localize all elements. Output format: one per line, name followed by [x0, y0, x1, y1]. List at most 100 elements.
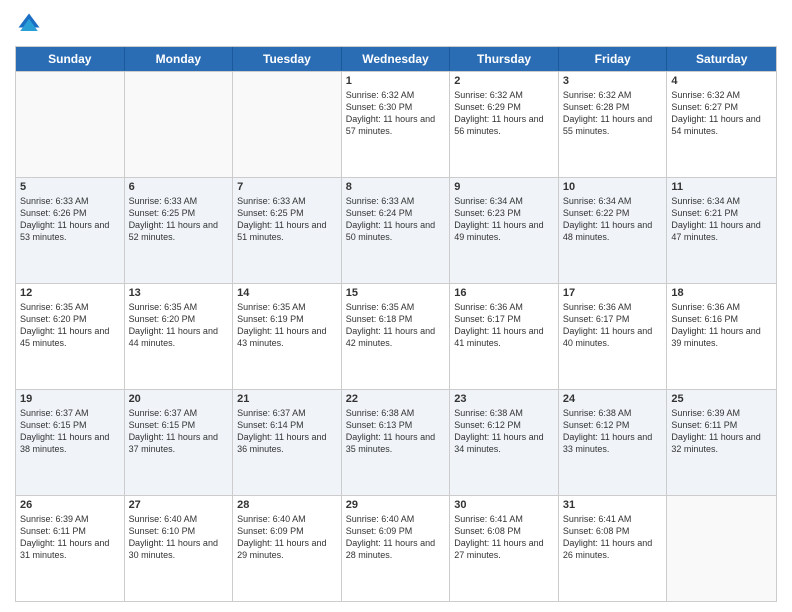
day-info: Sunrise: 6:40 AMSunset: 6:09 PMDaylight:… [346, 513, 446, 562]
day-info: Sunrise: 6:38 AMSunset: 6:12 PMDaylight:… [563, 407, 663, 456]
day-number: 18 [671, 287, 772, 299]
header-day-monday: Monday [125, 47, 234, 71]
day-cell-9: 9Sunrise: 6:34 AMSunset: 6:23 PMDaylight… [450, 178, 559, 283]
day-cell-22: 22 Sunrise: 6:38 AMSunset: 6:13 PMDayligh… [342, 390, 451, 495]
day-cell-19: 19 Sunrise: 6:37 AMSunset: 6:15 PMDayligh… [16, 390, 125, 495]
day-info: Sunrise: 6:32 AMSunset: 6:28 PMDaylight:… [563, 89, 663, 138]
day-cell-1: 1 Sunrise: 6:32 AMSunset: 6:30 PMDaylight… [342, 72, 451, 177]
day-number: 5 [20, 181, 120, 193]
day-info: Sunrise: 6:41 AMSunset: 6:08 PMDaylight:… [454, 513, 554, 562]
day-cell-6: 6 Sunrise: 6:33 AMSunset: 6:25 PMDaylight… [125, 178, 234, 283]
day-cell-26: 26Sunrise: 6:39 AMSunset: 6:11 PMDayligh… [16, 496, 125, 601]
day-cell-20: 20 Sunrise: 6:37 AMSunset: 6:15 PMDayligh… [125, 390, 234, 495]
day-number: 8 [346, 181, 446, 193]
day-number: 20 [129, 393, 229, 405]
day-cell-empty-0-1 [125, 72, 234, 177]
day-cell-4: 4 Sunrise: 6:32 AMSunset: 6:27 PMDaylight… [667, 72, 776, 177]
day-cell-5: 5 Sunrise: 6:33 AMSunset: 6:26 PMDaylight… [16, 178, 125, 283]
day-info: Sunrise: 6:40 AMSunset: 6:09 PMDaylight:… [237, 513, 337, 562]
day-cell-28: 28 Sunrise: 6:40 AMSunset: 6:09 PMDayligh… [233, 496, 342, 601]
header-day-friday: Friday [559, 47, 668, 71]
day-number: 28 [237, 499, 337, 511]
day-info: Sunrise: 6:37 AMSunset: 6:15 PMDaylight:… [129, 407, 229, 456]
day-number: 1 [346, 75, 446, 87]
day-cell-31: 31Sunrise: 6:41 AMSunset: 6:08 PMDayligh… [559, 496, 668, 601]
day-info: Sunrise: 6:34 AMSunset: 6:22 PMDaylight:… [563, 195, 663, 244]
day-number: 24 [563, 393, 663, 405]
day-info: Sunrise: 6:35 AMSunset: 6:19 PMDaylight:… [237, 301, 337, 350]
day-cell-17: 17 Sunrise: 6:36 AMSunset: 6:17 PMDayligh… [559, 284, 668, 389]
day-cell-14: 14 Sunrise: 6:35 AMSunset: 6:19 PMDayligh… [233, 284, 342, 389]
day-number: 17 [563, 287, 663, 299]
day-number: 6 [129, 181, 229, 193]
day-info: Sunrise: 6:37 AMSunset: 6:15 PMDaylight:… [20, 407, 120, 456]
logo-icon [15, 10, 43, 38]
calendar-row-3: 19 Sunrise: 6:37 AMSunset: 6:15 PMDayligh… [16, 389, 776, 495]
day-info: Sunrise: 6:36 AMSunset: 6:17 PMDaylight:… [454, 301, 554, 350]
day-info: Sunrise: 6:36 AMSunset: 6:16 PMDaylight:… [671, 301, 772, 350]
day-cell-empty-4-6 [667, 496, 776, 601]
header-day-wednesday: Wednesday [342, 47, 451, 71]
day-info: Sunrise: 6:33 AMSunset: 6:26 PMDaylight:… [20, 195, 120, 244]
day-number: 11 [671, 181, 772, 193]
calendar-header: SundayMondayTuesdayWednesdayThursdayFrid… [16, 47, 776, 71]
day-number: 7 [237, 181, 337, 193]
day-cell-empty-0-2 [233, 72, 342, 177]
day-cell-25: 25 Sunrise: 6:39 AMSunset: 6:11 PMDayligh… [667, 390, 776, 495]
day-number: 26 [20, 499, 120, 511]
calendar-row-1: 5 Sunrise: 6:33 AMSunset: 6:26 PMDaylight… [16, 177, 776, 283]
day-cell-29: 29 Sunrise: 6:40 AMSunset: 6:09 PMDayligh… [342, 496, 451, 601]
day-cell-empty-0-0 [16, 72, 125, 177]
day-number: 9 [454, 181, 554, 193]
day-number: 4 [671, 75, 772, 87]
day-cell-16: 16Sunrise: 6:36 AMSunset: 6:17 PMDayligh… [450, 284, 559, 389]
day-info: Sunrise: 6:39 AMSunset: 6:11 PMDaylight:… [671, 407, 772, 456]
day-number: 29 [346, 499, 446, 511]
day-cell-2: 2 Sunrise: 6:32 AMSunset: 6:29 PMDaylight… [450, 72, 559, 177]
day-cell-10: 10 Sunrise: 6:34 AMSunset: 6:22 PMDayligh… [559, 178, 668, 283]
day-cell-15: 15 Sunrise: 6:35 AMSunset: 6:18 PMDayligh… [342, 284, 451, 389]
day-info: Sunrise: 6:32 AMSunset: 6:30 PMDaylight:… [346, 89, 446, 138]
day-number: 25 [671, 393, 772, 405]
day-info: Sunrise: 6:38 AMSunset: 6:13 PMDaylight:… [346, 407, 446, 456]
day-number: 12 [20, 287, 120, 299]
calendar-row-0: 1 Sunrise: 6:32 AMSunset: 6:30 PMDaylight… [16, 71, 776, 177]
calendar: SundayMondayTuesdayWednesdayThursdayFrid… [15, 46, 777, 602]
day-number: 2 [454, 75, 554, 87]
day-number: 13 [129, 287, 229, 299]
day-number: 10 [563, 181, 663, 193]
day-cell-18: 18 Sunrise: 6:36 AMSunset: 6:16 PMDayligh… [667, 284, 776, 389]
day-info: Sunrise: 6:32 AMSunset: 6:27 PMDaylight:… [671, 89, 772, 138]
day-number: 15 [346, 287, 446, 299]
day-cell-27: 27Sunrise: 6:40 AMSunset: 6:10 PMDayligh… [125, 496, 234, 601]
day-info: Sunrise: 6:33 AMSunset: 6:25 PMDaylight:… [237, 195, 337, 244]
day-info: Sunrise: 6:35 AMSunset: 6:18 PMDaylight:… [346, 301, 446, 350]
day-cell-30: 30 Sunrise: 6:41 AMSunset: 6:08 PMDayligh… [450, 496, 559, 601]
day-number: 23 [454, 393, 554, 405]
day-cell-3: 3 Sunrise: 6:32 AMSunset: 6:28 PMDaylight… [559, 72, 668, 177]
calendar-body: 1 Sunrise: 6:32 AMSunset: 6:30 PMDaylight… [16, 71, 776, 601]
page: SundayMondayTuesdayWednesdayThursdayFrid… [0, 0, 792, 612]
header-day-thursday: Thursday [450, 47, 559, 71]
day-info: Sunrise: 6:32 AMSunset: 6:29 PMDaylight:… [454, 89, 554, 138]
day-number: 22 [346, 393, 446, 405]
header [15, 10, 777, 38]
calendar-row-4: 26Sunrise: 6:39 AMSunset: 6:11 PMDayligh… [16, 495, 776, 601]
day-info: Sunrise: 6:36 AMSunset: 6:17 PMDaylight:… [563, 301, 663, 350]
day-number: 19 [20, 393, 120, 405]
day-number: 30 [454, 499, 554, 511]
day-number: 14 [237, 287, 337, 299]
calendar-row-2: 12Sunrise: 6:35 AMSunset: 6:20 PMDayligh… [16, 283, 776, 389]
day-info: Sunrise: 6:38 AMSunset: 6:12 PMDaylight:… [454, 407, 554, 456]
header-day-sunday: Sunday [16, 47, 125, 71]
day-cell-21: 21Sunrise: 6:37 AMSunset: 6:14 PMDayligh… [233, 390, 342, 495]
day-cell-12: 12Sunrise: 6:35 AMSunset: 6:20 PMDayligh… [16, 284, 125, 389]
day-info: Sunrise: 6:34 AMSunset: 6:21 PMDaylight:… [671, 195, 772, 244]
day-info: Sunrise: 6:37 AMSunset: 6:14 PMDaylight:… [237, 407, 337, 456]
day-number: 3 [563, 75, 663, 87]
header-day-tuesday: Tuesday [233, 47, 342, 71]
day-cell-13: 13Sunrise: 6:35 AMSunset: 6:20 PMDayligh… [125, 284, 234, 389]
day-info: Sunrise: 6:33 AMSunset: 6:25 PMDaylight:… [129, 195, 229, 244]
header-day-saturday: Saturday [667, 47, 776, 71]
day-info: Sunrise: 6:33 AMSunset: 6:24 PMDaylight:… [346, 195, 446, 244]
